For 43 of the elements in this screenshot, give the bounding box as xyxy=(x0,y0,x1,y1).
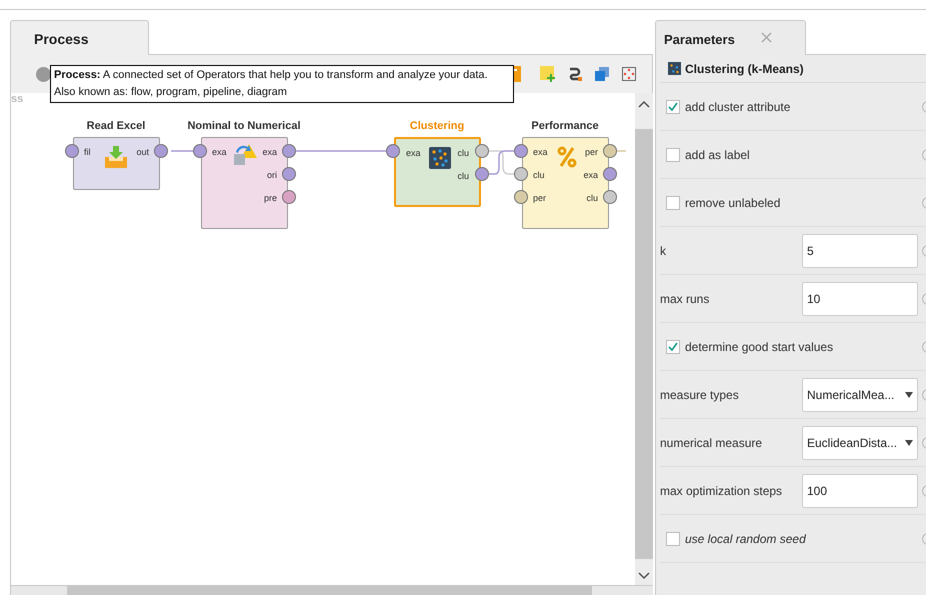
port-label: exa xyxy=(533,146,548,159)
dropdown[interactable]: NumericalMea... xyxy=(802,378,918,412)
input-field[interactable]: 100 xyxy=(802,474,918,508)
port-label: out xyxy=(136,146,149,159)
parameter-label: max runs xyxy=(660,290,710,308)
parameter-label: add as label xyxy=(685,146,750,164)
parameter-label: use local random seed xyxy=(685,530,806,548)
operator-title: Performance xyxy=(530,119,600,134)
operator-node[interactable]: exa clu clu xyxy=(394,137,481,207)
parameter-label: measure types xyxy=(660,386,740,404)
parameter-label: add cluster attribute xyxy=(685,98,790,116)
parameter-label: max optimization steps xyxy=(660,482,784,500)
dropdown[interactable]: EuclideanDista... xyxy=(802,426,918,460)
port-label: pre xyxy=(264,192,277,205)
operator-title: Nominal to Numerical xyxy=(186,119,302,134)
input-field[interactable]: 5 xyxy=(802,234,918,268)
port-label: exa xyxy=(212,146,227,159)
parameter-label: numerical measure xyxy=(660,434,764,452)
port-label: clu xyxy=(586,192,598,205)
tooltip-text: Process: A connected set of Operators that help you to transform and analyze your data. xyxy=(54,68,489,83)
input-field[interactable]: 10 xyxy=(802,282,918,316)
operator-node[interactable]: exa exa ori pre xyxy=(201,137,288,229)
operator-name: Clustering (k-Means) xyxy=(685,60,804,78)
port-label: ori xyxy=(266,169,277,182)
port-label: fil xyxy=(84,146,90,159)
tooltip-aliases: Also known as: flow, program, pipeline, diagram xyxy=(54,85,288,100)
port-label: per xyxy=(584,146,598,159)
port-label: clu xyxy=(533,169,545,182)
operator-node[interactable]: fil out xyxy=(73,137,160,190)
canvas-label: ss xyxy=(11,93,24,105)
parameter-label: determine good start values xyxy=(685,338,834,356)
port-label: per xyxy=(533,192,546,205)
port-label: clu xyxy=(457,170,469,183)
port-label: clu xyxy=(457,147,469,160)
port-label: exa xyxy=(583,169,598,182)
port-label: exa xyxy=(406,147,421,160)
operator-node[interactable]: exa clu per per exa clu xyxy=(522,137,609,229)
port-label: exa xyxy=(262,146,277,159)
parameters-tab[interactable]: Parameters xyxy=(655,20,806,55)
process-tab[interactable]: Process xyxy=(10,20,149,55)
operator-title: Clustering xyxy=(408,119,466,134)
parameter-label: k xyxy=(660,242,667,260)
parameter-label: remove unlabeled xyxy=(685,194,780,212)
